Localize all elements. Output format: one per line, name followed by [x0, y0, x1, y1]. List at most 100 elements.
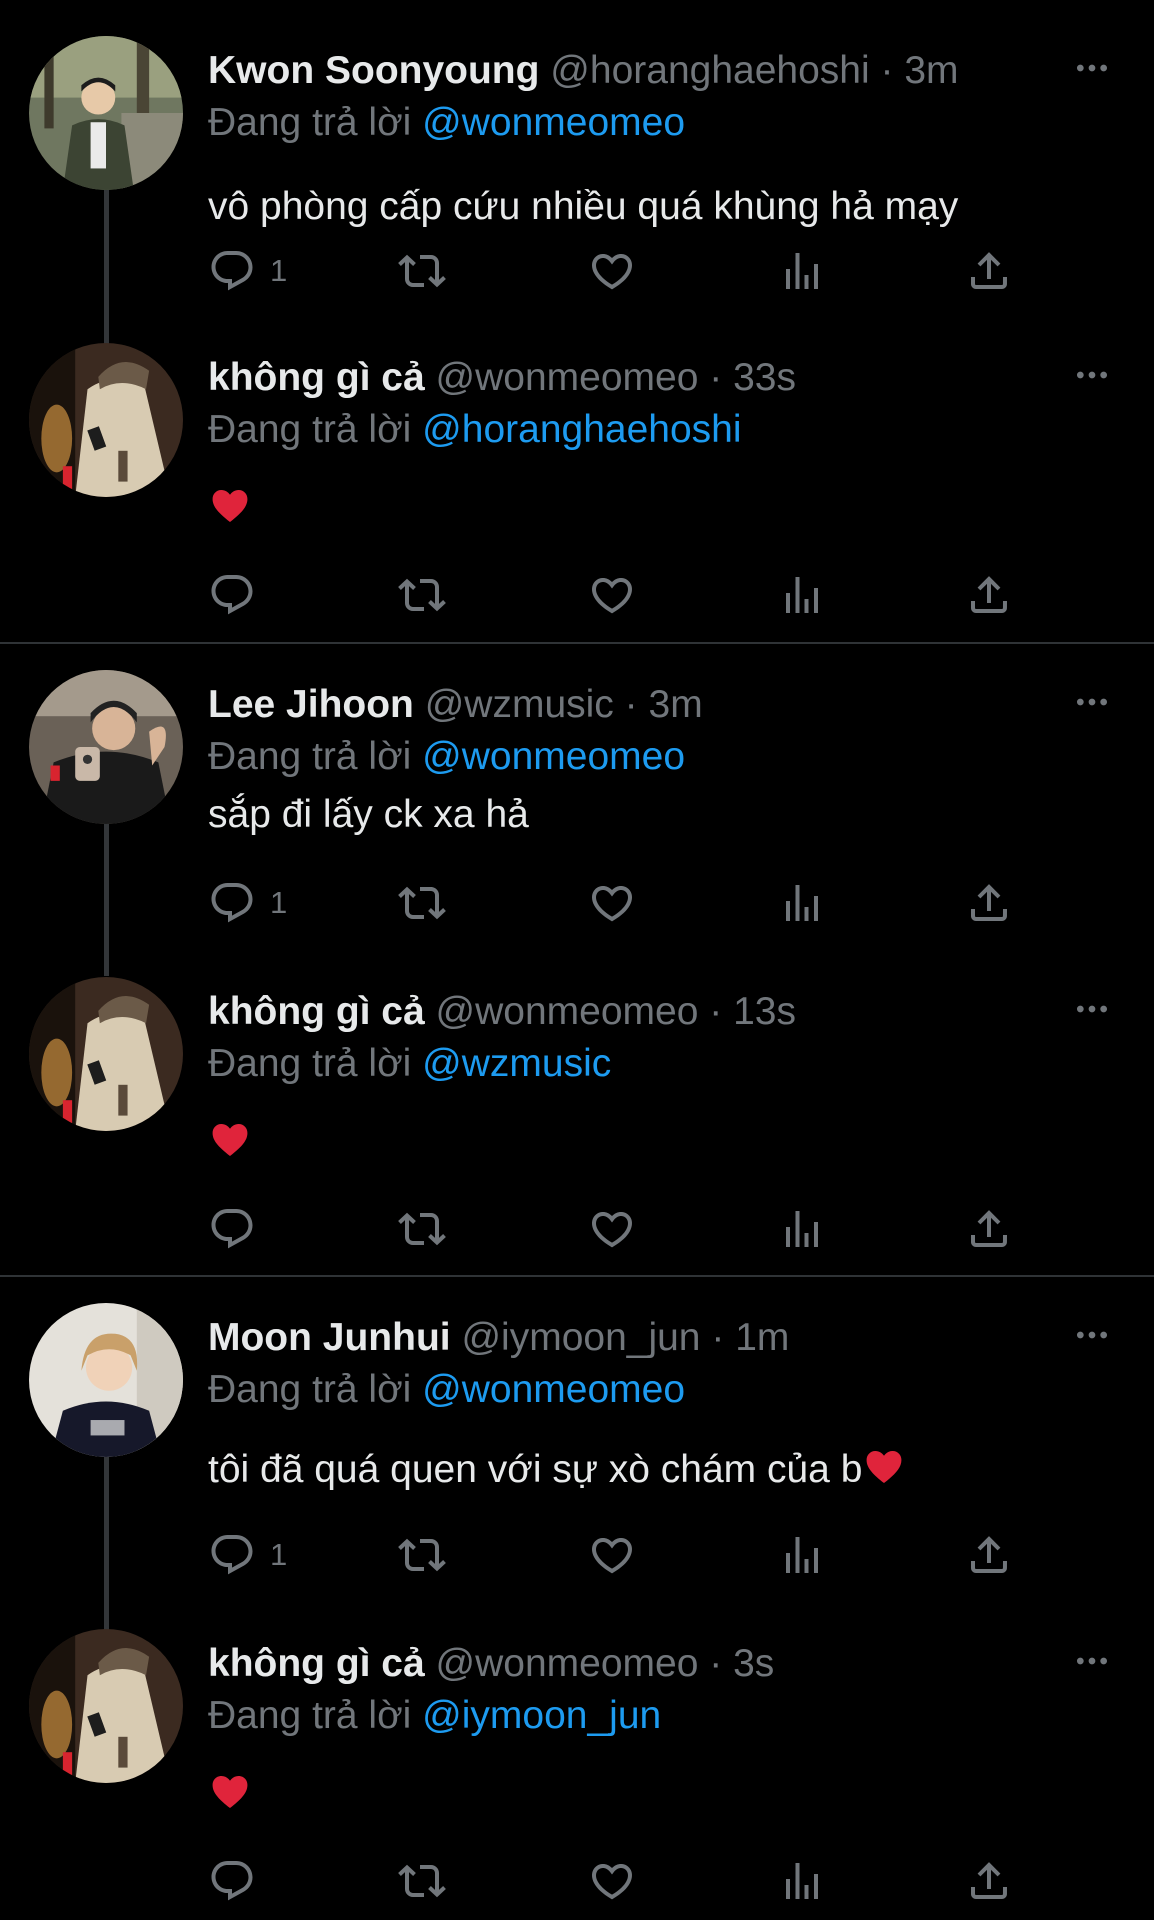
- display-name[interactable]: Lee Jihoon: [208, 683, 414, 726]
- reply-button[interactable]: 1: [208, 1530, 287, 1580]
- retweet-button[interactable]: [398, 1204, 446, 1254]
- reply-icon: [208, 1205, 256, 1253]
- red-heart-emoji: [862, 1444, 906, 1488]
- like-button[interactable]: [588, 1530, 636, 1580]
- timestamp[interactable]: 3m: [904, 49, 958, 92]
- views-button[interactable]: [778, 246, 826, 296]
- red-heart-emoji: [208, 1117, 252, 1161]
- views-button[interactable]: [778, 1204, 826, 1254]
- share-button[interactable]: [965, 1204, 1013, 1254]
- avatar[interactable]: [29, 977, 183, 1131]
- timestamp[interactable]: 3m: [649, 683, 703, 726]
- like-button[interactable]: [588, 878, 636, 928]
- user-handle[interactable]: @wonmeomeo: [436, 1642, 699, 1685]
- retweet-button[interactable]: [398, 1856, 446, 1906]
- more-icon[interactable]: [1070, 987, 1114, 1031]
- tweet-header: không gì cả @wonmeomeo · 13s: [208, 987, 1028, 1037]
- share-button[interactable]: [965, 1856, 1013, 1906]
- share-button[interactable]: [965, 878, 1013, 928]
- more-icon[interactable]: [1070, 353, 1114, 397]
- mention-link[interactable]: @wonmeomeo: [422, 101, 685, 144]
- avatar[interactable]: [29, 670, 183, 824]
- like-button[interactable]: [588, 246, 636, 296]
- timestamp[interactable]: 3s: [733, 1642, 774, 1685]
- views-button[interactable]: [778, 1530, 826, 1580]
- display-name[interactable]: không gì cả: [208, 356, 425, 399]
- display-name[interactable]: Kwon Soonyoung: [208, 49, 539, 92]
- display-name[interactable]: Moon Junhui: [208, 1316, 451, 1359]
- timestamp[interactable]: 33s: [733, 356, 796, 399]
- retweet-button[interactable]: [398, 246, 446, 296]
- heart-icon: [588, 879, 636, 927]
- more-icon[interactable]: [1070, 46, 1114, 90]
- user-handle[interactable]: @wzmusic: [425, 683, 614, 726]
- replying-to: Đang trả lời @wonmeomeo: [208, 732, 685, 782]
- heart-icon: [588, 1205, 636, 1253]
- more-icon[interactable]: [1070, 1313, 1114, 1357]
- reply-button[interactable]: 1: [208, 878, 287, 928]
- retweet-button[interactable]: [398, 1530, 446, 1580]
- reply-icon: [208, 1857, 256, 1905]
- tweet-text: vô phòng cấp cứu nhiều quá khùng hả mạy: [208, 185, 959, 228]
- mention-link[interactable]: @wonmeomeo: [422, 735, 685, 778]
- action-bar: [0, 570, 1154, 620]
- display-name[interactable]: không gì cả: [208, 990, 425, 1033]
- retweet-icon: [398, 1531, 446, 1579]
- avatar[interactable]: [29, 1629, 183, 1783]
- replying-to: Đang trả lời @wonmeomeo: [208, 98, 685, 148]
- tweet-header: Moon Junhui @iymoon_jun · 1m: [208, 1313, 1028, 1363]
- avatar[interactable]: [29, 36, 183, 190]
- mention-link[interactable]: @iymoon_jun: [422, 1694, 661, 1737]
- views-button[interactable]: [778, 878, 826, 928]
- views-button[interactable]: [778, 1856, 826, 1906]
- tweet[interactable]: không gì cả @wonmeomeo · 3s Đang trả lời…: [0, 1629, 1154, 1920]
- share-icon: [965, 1205, 1013, 1253]
- tweet[interactable]: Lee Jihoon @wzmusic · 3m Đang trả lời @w…: [0, 670, 1154, 976]
- mention-link[interactable]: @horanghaehoshi: [422, 408, 741, 451]
- replying-to: Đang trả lời @wonmeomeo: [208, 1365, 685, 1415]
- tweet[interactable]: Moon Junhui @iymoon_jun · 1m Đang trả lờ…: [0, 1303, 1154, 1643]
- tweet-text-content: tôi đã quá quen với sự xò chám của b: [208, 1448, 863, 1491]
- like-button[interactable]: [588, 1204, 636, 1254]
- replying-to-label: Đang trả lời: [208, 735, 412, 778]
- retweet-button[interactable]: [398, 570, 446, 620]
- separator: ·: [709, 1642, 723, 1685]
- mention-link[interactable]: @wonmeomeo: [422, 1368, 685, 1411]
- avatar[interactable]: [29, 343, 183, 497]
- reply-button[interactable]: [208, 1204, 270, 1254]
- reply-button[interactable]: 1: [208, 246, 287, 296]
- more-icon[interactable]: [1070, 1639, 1114, 1683]
- heart-icon: [588, 571, 636, 619]
- analytics-icon: [778, 1857, 826, 1905]
- display-name[interactable]: không gì cả: [208, 1642, 425, 1685]
- like-button[interactable]: [588, 570, 636, 620]
- retweet-button[interactable]: [398, 878, 446, 928]
- user-handle[interactable]: @wonmeomeo: [436, 990, 699, 1033]
- retweet-icon: [398, 571, 446, 619]
- share-button[interactable]: [965, 570, 1013, 620]
- reply-icon: [208, 247, 256, 295]
- mention-link[interactable]: @wzmusic: [422, 1042, 611, 1085]
- retweet-icon: [398, 1205, 446, 1253]
- reply-button[interactable]: [208, 570, 270, 620]
- tweet[interactable]: Kwon Soonyoung @horanghaehoshi · 3m Đang…: [0, 36, 1154, 376]
- user-handle[interactable]: @wonmeomeo: [436, 356, 699, 399]
- reply-button[interactable]: [208, 1856, 270, 1906]
- user-handle[interactable]: @iymoon_jun: [461, 1316, 700, 1359]
- more-icon[interactable]: [1070, 680, 1114, 724]
- like-button[interactable]: [588, 1856, 636, 1906]
- timestamp[interactable]: 13s: [733, 990, 796, 1033]
- heart-icon: [588, 247, 636, 295]
- tweet-header: không gì cả @wonmeomeo · 3s: [208, 1639, 1028, 1689]
- share-icon: [965, 247, 1013, 295]
- tweet[interactable]: không gì cả @wonmeomeo · 13s Đang trả lờ…: [0, 977, 1154, 1277]
- views-button[interactable]: [778, 570, 826, 620]
- user-handle[interactable]: @horanghaehoshi: [550, 49, 869, 92]
- share-button[interactable]: [965, 246, 1013, 296]
- tweet[interactable]: không gì cả @wonmeomeo · 33s Đang trả lờ…: [0, 343, 1154, 643]
- action-bar: 1: [0, 878, 1154, 928]
- timestamp[interactable]: 1m: [735, 1316, 789, 1359]
- separator: ·: [880, 49, 894, 92]
- avatar[interactable]: [29, 1303, 183, 1457]
- share-button[interactable]: [965, 1530, 1013, 1580]
